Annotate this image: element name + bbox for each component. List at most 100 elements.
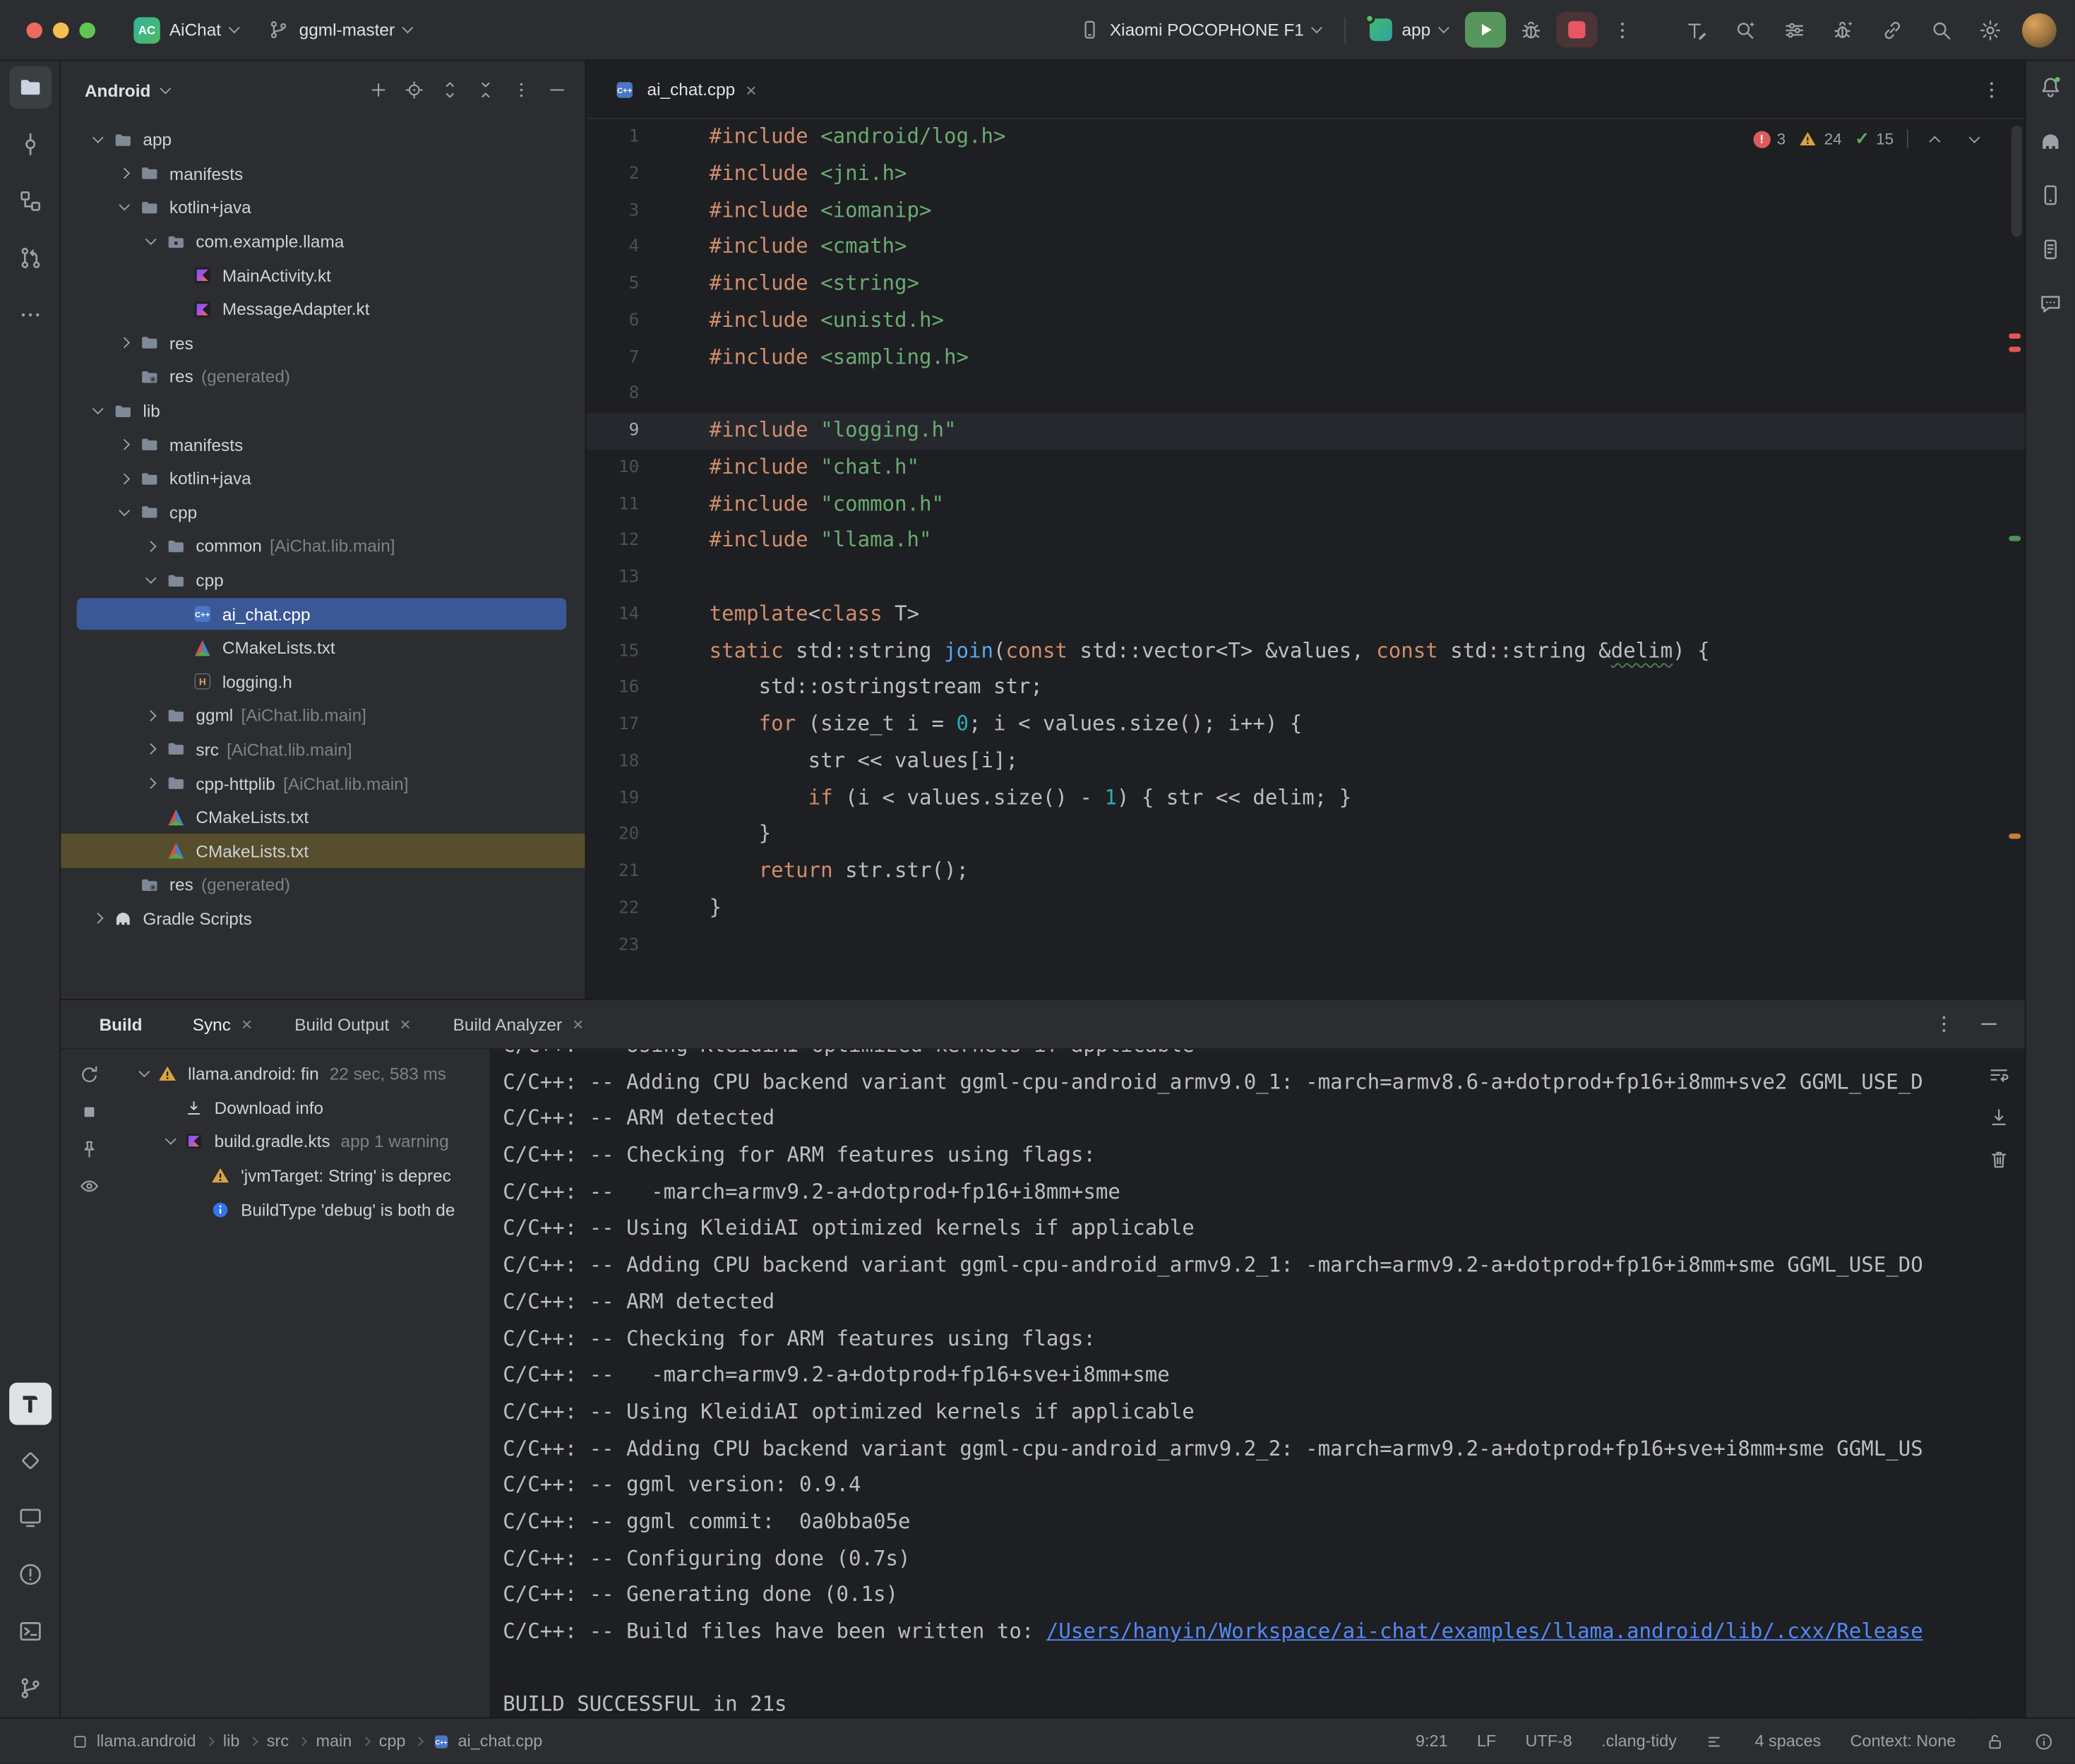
inspections-widget[interactable]: ! 3 24 ✓ 15: [1747, 123, 1992, 155]
build-tab-build-analyzer[interactable]: Build Analyzer×: [453, 1014, 584, 1034]
preview-icon[interactable]: [71, 1168, 106, 1203]
tree-expand-chevron[interactable]: [138, 779, 164, 787]
tree-collapse-chevron[interactable]: [138, 239, 164, 244]
code-line[interactable]: 17 for (size_t i = 0; i < values.size();…: [586, 707, 2024, 743]
scroll-end-icon[interactable]: [1981, 1100, 2016, 1134]
close-window-button[interactable]: [26, 22, 42, 37]
build-tab-build-output[interactable]: Build Output×: [294, 1014, 410, 1034]
expand-all-icon[interactable]: [433, 73, 467, 107]
device-explorer-icon[interactable]: [2031, 229, 2070, 268]
code-line[interactable]: 13: [586, 560, 2024, 596]
build-options-button[interactable]: [1924, 1004, 1963, 1044]
version-control-icon[interactable]: [8, 1667, 51, 1710]
run-button[interactable]: [1465, 12, 1506, 48]
indent-style[interactable]: 4 spaces: [1754, 1732, 1821, 1751]
close-icon[interactable]: ×: [241, 1015, 252, 1033]
tree-collapse-chevron[interactable]: [138, 578, 164, 582]
code-line[interactable]: 14template<class T>: [586, 596, 2024, 633]
tree-item[interactable]: manifests: [61, 428, 585, 462]
tree-expand-chevron[interactable]: [111, 474, 137, 482]
close-icon[interactable]: ×: [400, 1015, 410, 1033]
device-manager-icon[interactable]: [2031, 174, 2070, 214]
notifications-icon[interactable]: [2031, 66, 2070, 106]
code-line[interactable]: 16 std::ostringstream str;: [586, 670, 2024, 707]
hide-icon[interactable]: [540, 73, 575, 107]
hide-build-panel-button[interactable]: [1969, 1004, 2009, 1044]
tree-item[interactable]: MessageAdapter.kt: [61, 292, 585, 326]
collapse-all-icon[interactable]: [469, 73, 503, 107]
build-tree-item[interactable]: Download info: [116, 1091, 490, 1125]
device-selector[interactable]: Xiaomi POCOPHONE F1: [1066, 10, 1333, 49]
error-count[interactable]: ! 3: [1753, 130, 1786, 148]
avatar-icon[interactable]: [2019, 10, 2059, 49]
minimize-window-button[interactable]: [53, 22, 68, 37]
project-selector[interactable]: AC AiChat: [121, 10, 250, 49]
build-output-link[interactable]: /Users/hanyin/Workspace/ai-chat/examples…: [1046, 1619, 1923, 1643]
code-line[interactable]: 20 }: [586, 817, 2024, 853]
zoom-window-button[interactable]: [79, 22, 95, 37]
settings-icon[interactable]: [1971, 10, 2010, 49]
build-hammer-icon[interactable]: [8, 1383, 51, 1425]
breadcrumb-item[interactable]: src: [267, 1732, 289, 1751]
tree-collapse-chevron[interactable]: [111, 205, 137, 210]
project-view-selector[interactable]: Android: [85, 80, 169, 100]
stripe-mark[interactable]: [2009, 536, 2021, 541]
tree-item[interactable]: MainActivity.kt: [61, 258, 585, 292]
tree-expand-chevron[interactable]: [111, 340, 137, 347]
build-console[interactable]: C/C++: -- Using KleidiAI optimized kerne…: [490, 1049, 1972, 1717]
tree-item[interactable]: app: [61, 123, 585, 157]
rerun-icon[interactable]: [71, 1057, 106, 1092]
tree-item[interactable]: CMakeLists.txt: [61, 834, 585, 868]
tree-expand-chevron[interactable]: [111, 170, 137, 178]
stripe-mark[interactable]: [2009, 834, 2021, 839]
code-line[interactable]: 9#include "logging.h": [586, 413, 2024, 450]
app-insights-icon[interactable]: [2031, 283, 2070, 323]
tree-expand-chevron[interactable]: [85, 915, 111, 923]
breadcrumb-item[interactable]: C++ai_chat.cpp: [433, 1732, 542, 1751]
stripe-mark[interactable]: [2009, 333, 2021, 338]
tree-item[interactable]: res(generated): [61, 868, 585, 902]
build-tree-item[interactable]: BuildType 'debug' is both de: [116, 1193, 490, 1227]
add-icon[interactable]: [361, 73, 396, 107]
resolve-context[interactable]: Context: None: [1850, 1732, 1956, 1751]
ai-search-icon[interactable]: [1726, 10, 1765, 49]
build-tool-title[interactable]: Build: [100, 1014, 143, 1034]
close-icon[interactable]: ×: [573, 1015, 583, 1033]
tree-item[interactable]: cpp-httplib[AiChat.lib.main]: [61, 767, 585, 800]
gradle-icon[interactable]: [2031, 121, 2070, 160]
code-line[interactable]: 8: [586, 376, 2024, 413]
more-horizontal-icon[interactable]: [8, 294, 51, 336]
stop-button[interactable]: [1556, 12, 1597, 48]
more-vertical-icon[interactable]: [504, 73, 539, 107]
code-line[interactable]: 4#include <cmath>: [586, 229, 2024, 266]
build-tree-item[interactable]: build.gradle.ktsapp 1 warning: [116, 1125, 490, 1159]
search-everywhere-icon[interactable]: [1922, 10, 1961, 49]
file-writable-icon[interactable]: [1985, 1732, 2005, 1751]
caret-position[interactable]: 9:21: [1416, 1732, 1448, 1751]
code-line[interactable]: 2#include <jni.h>: [586, 156, 2024, 193]
editor-options-button[interactable]: [1972, 69, 2011, 109]
editor-scrollbar[interactable]: [2011, 126, 2022, 236]
stop-square-icon[interactable]: [71, 1094, 106, 1129]
breadcrumb-item[interactable]: main: [316, 1732, 352, 1751]
clear-all-icon[interactable]: [1981, 1142, 2016, 1177]
clang-tidy-profile[interactable]: .clang-tidy: [1601, 1732, 1677, 1751]
terminal-icon[interactable]: [8, 1610, 51, 1652]
ide-status-icon[interactable]: [2034, 1732, 2054, 1751]
tree-item[interactable]: kotlin+java: [61, 462, 585, 496]
build-variants-icon[interactable]: [8, 1439, 51, 1482]
next-problem-button[interactable]: [1961, 126, 1987, 152]
close-tab-icon[interactable]: ×: [746, 80, 756, 98]
sliders-icon[interactable]: [1775, 10, 1814, 49]
code-line[interactable]: 5#include <string>: [586, 266, 2024, 303]
stripe-mark[interactable]: [2009, 347, 2021, 352]
breadcrumb-item[interactable]: llama.android: [71, 1732, 196, 1751]
tree-collapse-chevron[interactable]: [132, 1072, 156, 1076]
code-line[interactable]: 7#include <sampling.h>: [586, 340, 2024, 376]
code-line[interactable]: 23: [586, 927, 2024, 964]
code-area[interactable]: 1#include <android/log.h>2#include <jni.…: [586, 119, 2024, 999]
tree-item[interactable]: CMakeLists.txt: [61, 631, 585, 665]
tree-item[interactable]: cpp: [61, 563, 585, 597]
tree-item[interactable]: com.example.llama: [61, 224, 585, 258]
code-line[interactable]: 6#include <unistd.h>: [586, 303, 2024, 340]
